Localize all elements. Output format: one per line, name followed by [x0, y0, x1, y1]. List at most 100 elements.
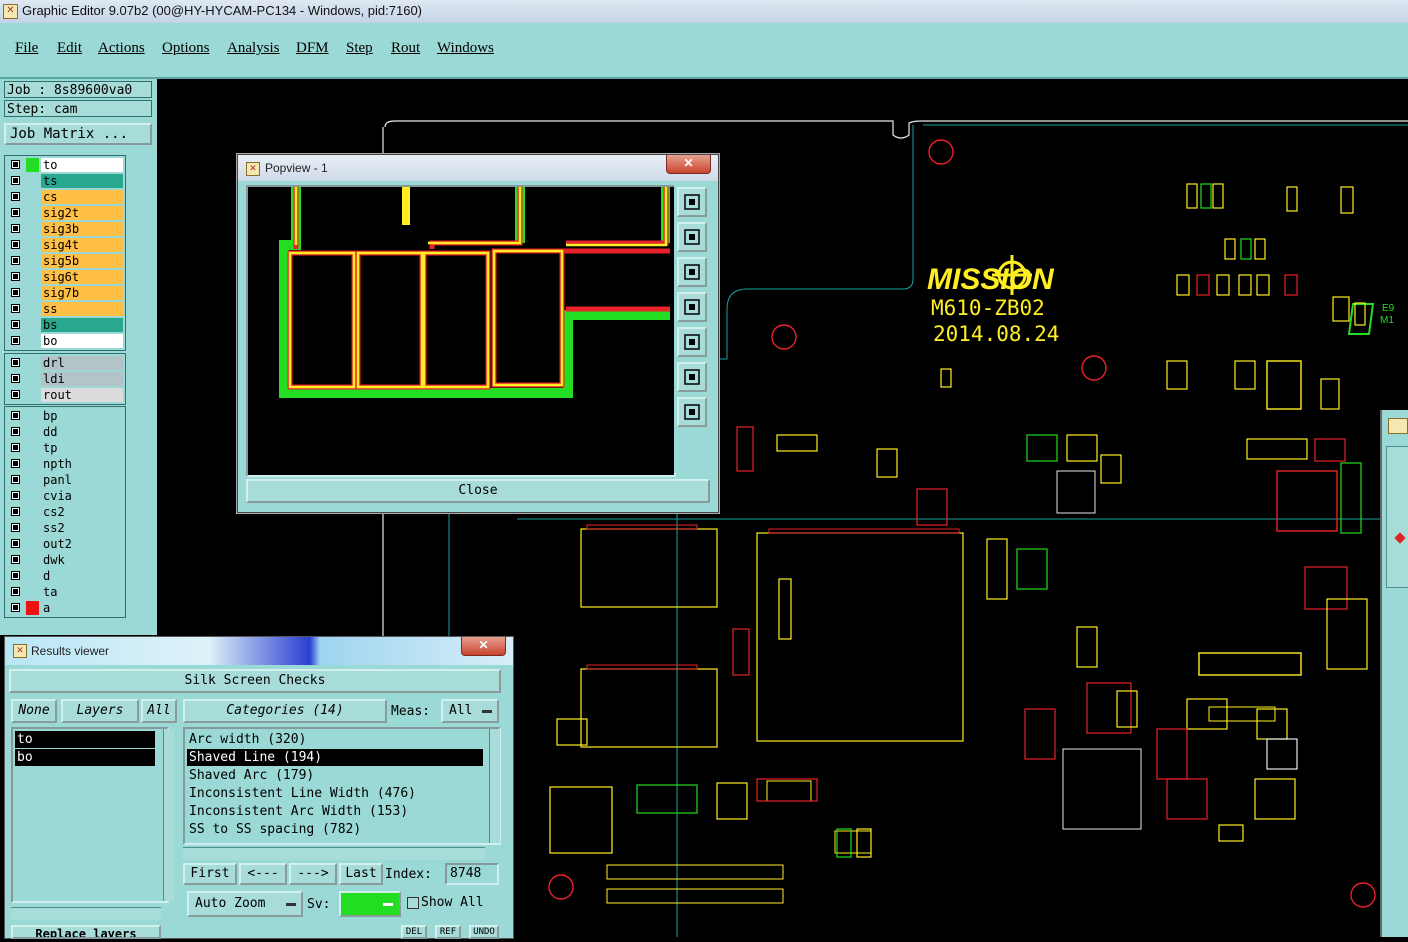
layer-name[interactable]: sig6t [41, 270, 123, 284]
auto-zoom-select[interactable]: Auto Zoom [187, 891, 303, 917]
layer-name[interactable]: ldi [41, 372, 123, 386]
layer-color-swatch[interactable] [26, 238, 39, 252]
layer-checkbox[interactable] [11, 192, 20, 201]
show-all-checkbox[interactable] [407, 897, 419, 909]
layer-checkbox[interactable] [11, 507, 20, 516]
layer-color-swatch[interactable] [26, 489, 39, 503]
layer-checkbox[interactable] [11, 208, 20, 217]
layer-name[interactable]: ta [41, 585, 123, 599]
layer-name[interactable]: npth [41, 457, 123, 471]
layer-checkbox[interactable] [11, 304, 20, 313]
layer-checkbox[interactable] [11, 374, 20, 383]
layer-name[interactable]: sig3b [41, 222, 123, 236]
category-list-item[interactable]: SS to SS spacing (782) [187, 821, 483, 838]
menu-options[interactable]: Options [162, 40, 210, 57]
layer-row-cvia[interactable]: cvia [5, 488, 125, 504]
layer-name[interactable]: sig5b [41, 254, 123, 268]
menu-windows[interactable]: Windows [437, 40, 494, 57]
menu-actions[interactable]: Actions [98, 40, 145, 57]
layer-row-sig4t[interactable]: sig4t [5, 237, 125, 253]
layer-row-tp[interactable]: tp [5, 440, 125, 456]
layer-color-swatch[interactable] [26, 206, 39, 220]
layer-color-swatch[interactable] [26, 473, 39, 487]
layer-color-swatch[interactable] [26, 222, 39, 236]
layer-color-swatch[interactable] [26, 521, 39, 535]
pan-down-button[interactable] [677, 257, 707, 287]
category-list-item[interactable]: Arc width (320) [187, 731, 483, 748]
category-list-item[interactable]: Shaved Line (194) [187, 749, 483, 766]
layer-color-swatch[interactable] [26, 174, 39, 188]
category-list-item[interactable]: Inconsistent Line Width (476) [187, 785, 483, 802]
layer-color-swatch[interactable] [26, 457, 39, 471]
layer-checkbox[interactable] [11, 475, 20, 484]
menu-analysis[interactable]: Analysis [227, 40, 280, 57]
layer-color-swatch[interactable] [26, 190, 39, 204]
pan-right-button[interactable] [677, 327, 707, 357]
layer-name[interactable]: sig4t [41, 238, 123, 252]
layer-row-dwk[interactable]: dwk [5, 552, 125, 568]
layer-row-bs[interactable]: bs [5, 317, 125, 333]
category-list-scrollbar[interactable] [489, 729, 500, 843]
pan-left-button[interactable] [677, 292, 707, 322]
index-input[interactable]: 8748 [445, 863, 499, 885]
layer-name[interactable]: cs2 [41, 505, 123, 519]
layer-checkbox[interactable] [11, 459, 20, 468]
layer-row-ta[interactable]: ta [5, 584, 125, 600]
menu-rout[interactable]: Rout [391, 40, 420, 57]
layer-color-swatch[interactable] [26, 505, 39, 519]
menu-edit[interactable]: Edit [57, 40, 82, 57]
layer-color-swatch[interactable] [26, 270, 39, 284]
pan-up-button[interactable] [677, 222, 707, 252]
layer-name[interactable]: sig2t [41, 206, 123, 220]
layer-color-swatch[interactable] [26, 302, 39, 316]
layer-name[interactable]: dd [41, 425, 123, 439]
layer-checkbox[interactable] [11, 411, 20, 420]
layer-list-item[interactable]: bo [15, 749, 155, 766]
layer-color-swatch[interactable] [26, 372, 39, 386]
layer-row-bp[interactable]: bp [5, 408, 125, 424]
layer-name[interactable]: cvia [41, 489, 123, 503]
zoom-out-button[interactable] [677, 362, 707, 392]
layer-name[interactable]: to [41, 158, 123, 172]
layer-name[interactable]: cs [41, 190, 123, 204]
layer-checkbox[interactable] [11, 320, 20, 329]
layer-color-swatch[interactable] [26, 569, 39, 583]
layer-color-swatch[interactable] [26, 585, 39, 599]
layer-row-sig3b[interactable]: sig3b [5, 221, 125, 237]
layer-row-npth[interactable]: npth [5, 456, 125, 472]
layer-row-bo[interactable]: bo [5, 333, 125, 349]
zoom-fit-button[interactable] [677, 187, 707, 217]
layer-checkbox[interactable] [11, 358, 20, 367]
layer-row-to[interactable]: to [5, 157, 125, 173]
layer-name[interactable]: panl [41, 473, 123, 487]
job-matrix-button[interactable]: Job Matrix ... [4, 123, 152, 145]
layer-row-ts[interactable]: ts [5, 173, 125, 189]
sv-color-select[interactable] [339, 891, 401, 917]
layer-checkbox[interactable] [11, 240, 20, 249]
layer-color-swatch[interactable] [26, 409, 39, 423]
categories-button[interactable]: Categories (14) [183, 699, 387, 723]
layer-checkbox[interactable] [11, 390, 20, 399]
layers-label-button[interactable]: Layers [61, 699, 139, 723]
layer-checkbox[interactable] [11, 571, 20, 580]
layer-row-a[interactable]: a [5, 600, 125, 616]
layer-checkbox[interactable] [11, 539, 20, 548]
menu-step[interactable]: Step [346, 40, 373, 57]
layer-color-swatch[interactable] [26, 601, 39, 615]
meas-select[interactable]: All [441, 699, 499, 723]
layer-checkbox[interactable] [11, 555, 20, 564]
zoom-in-button[interactable] [677, 397, 707, 427]
layer-color-swatch[interactable] [26, 334, 39, 348]
layer-name[interactable]: out2 [41, 537, 123, 551]
layer-checkbox[interactable] [11, 256, 20, 265]
layer-checkbox[interactable] [11, 336, 20, 345]
layer-checkbox[interactable] [11, 224, 20, 233]
layer-checkbox[interactable] [11, 587, 20, 596]
layer-color-swatch[interactable] [26, 254, 39, 268]
layer-color-swatch[interactable] [26, 286, 39, 300]
layer-row-panl[interactable]: panl [5, 472, 125, 488]
last-button[interactable]: Last [339, 863, 383, 885]
layer-row-drl[interactable]: drl [5, 355, 125, 371]
layer-name[interactable]: bo [41, 334, 123, 348]
layers-none-button[interactable]: None [11, 699, 57, 723]
